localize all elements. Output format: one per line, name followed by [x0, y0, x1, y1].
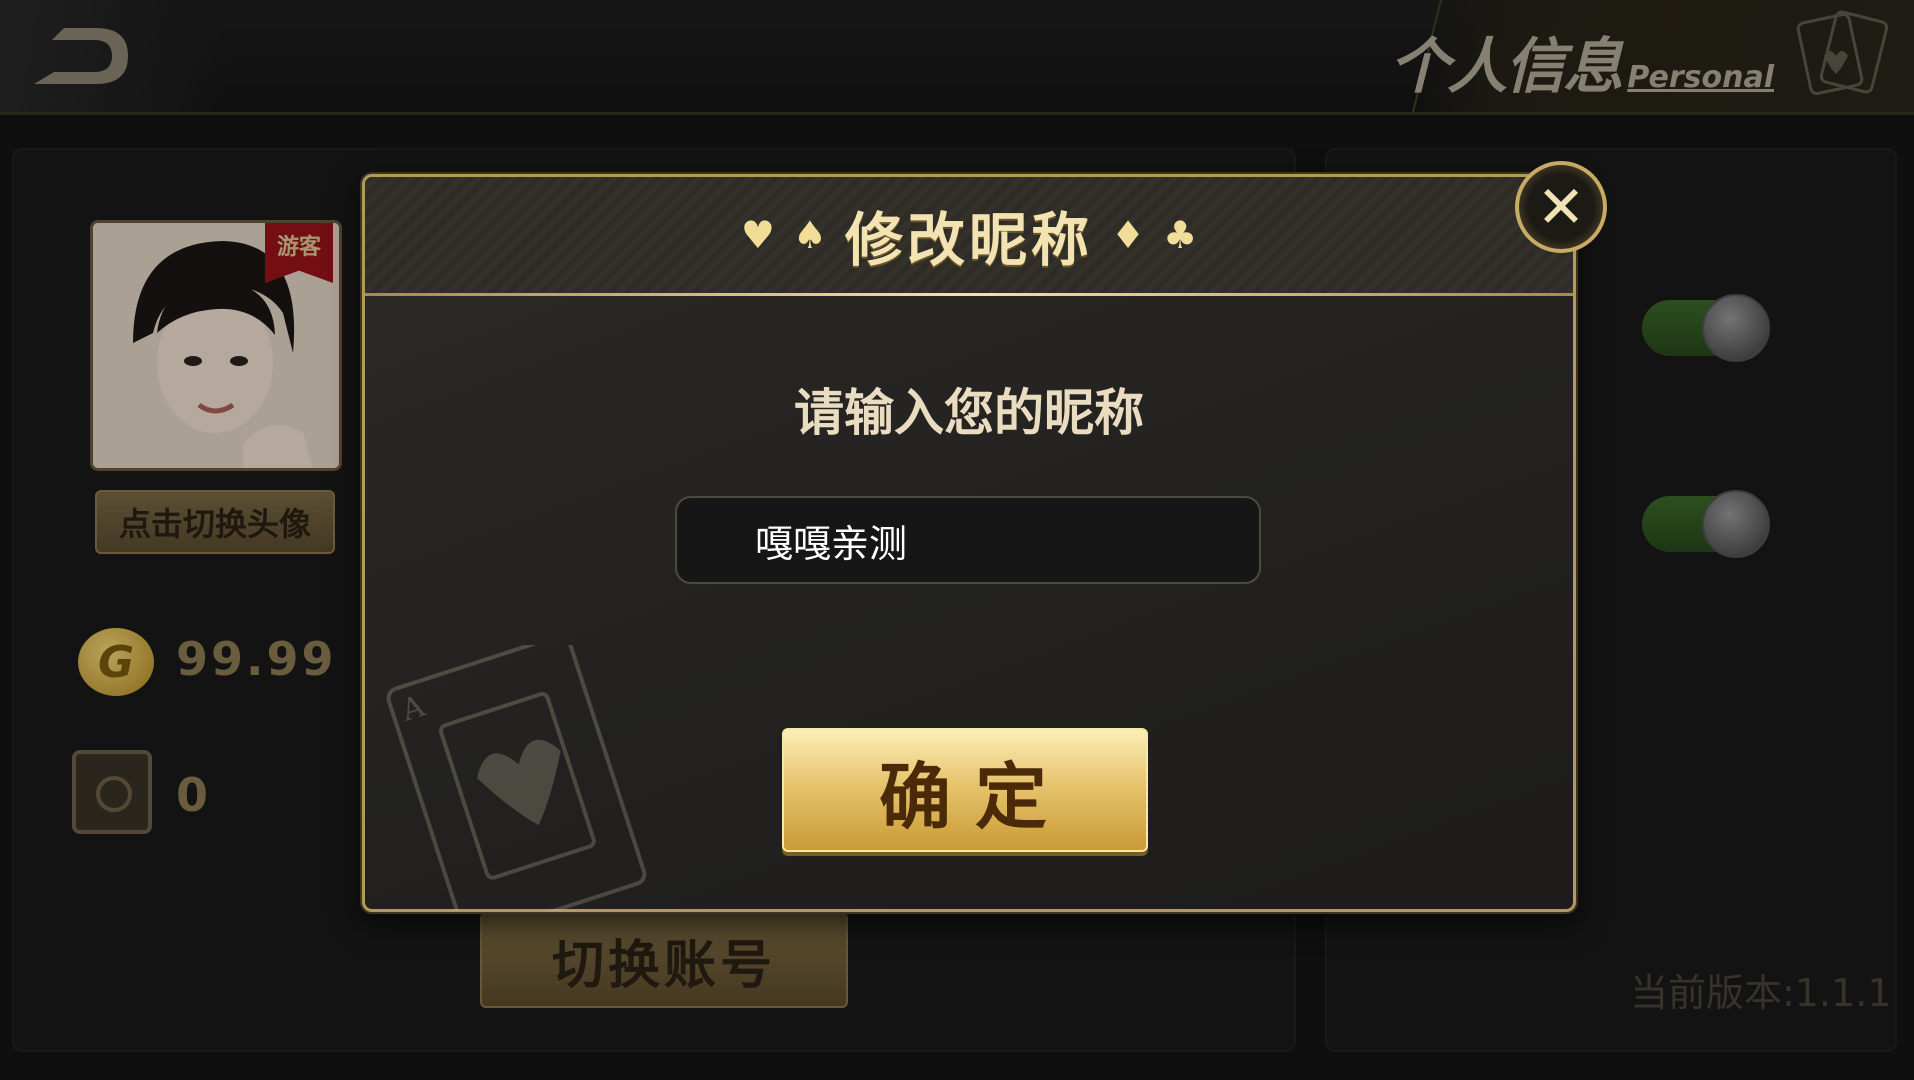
dialog-title-wrap: ♥ ♠ 修改昵称 ♦ ♣ [365, 177, 1573, 293]
club-icon: ♣ [1163, 213, 1198, 257]
ace-of-hearts-card-icon: A [386, 645, 647, 911]
diamond-icon: ♦ [1111, 213, 1146, 257]
dialog-title: 修改昵称 [844, 206, 1093, 274]
heart-icon: ♥ [740, 213, 775, 257]
nickname-prompt: 请输入您的昵称 [794, 384, 1144, 442]
edit-nickname-dialog: ♥ ♠ 修改昵称 ♦ ♣ ✕ 请输入您的昵称 A 确定 [362, 161, 1607, 912]
close-icon: ✕ [1536, 173, 1586, 241]
dialog-header: ♥ ♠ 修改昵称 ♦ ♣ [365, 177, 1573, 296]
svg-text:A: A [397, 689, 430, 729]
confirm-button[interactable]: 确定 [782, 728, 1148, 852]
nickname-input[interactable] [675, 496, 1261, 584]
close-button[interactable]: ✕ [1515, 161, 1607, 253]
spade-icon: ♠ [792, 213, 827, 257]
